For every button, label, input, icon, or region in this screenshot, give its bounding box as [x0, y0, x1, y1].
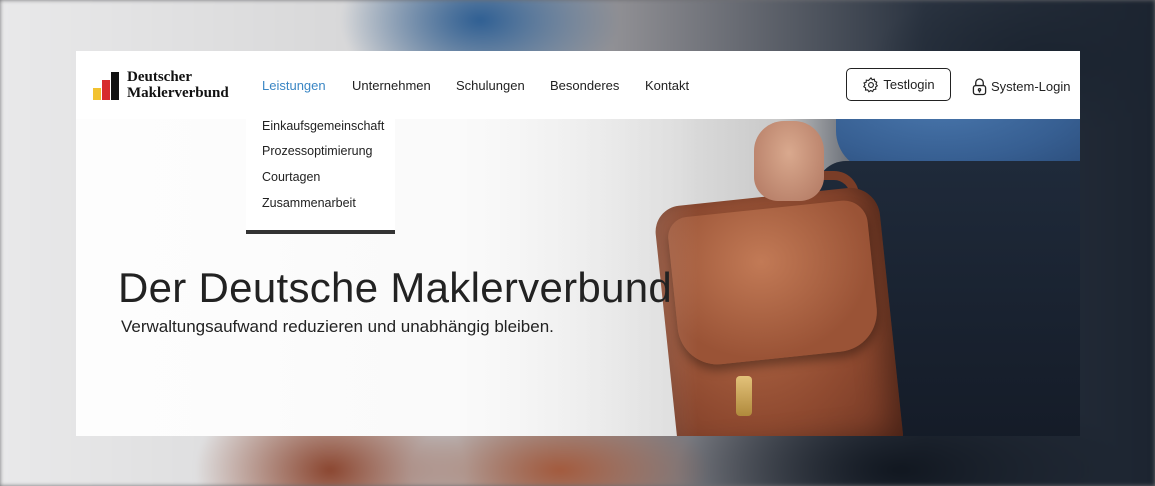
nav-item-leistungen[interactable]: Leistungen: [262, 78, 326, 93]
dropdown-item-courtagen[interactable]: Courtagen: [262, 170, 320, 184]
brand-logo[interactable]: Deutscher Maklerverbund: [93, 69, 243, 102]
nav-item-unternehmen[interactable]: Unternehmen: [352, 78, 431, 93]
logo-bar-black: [111, 72, 119, 100]
logo-line-2: Maklerverbund: [127, 85, 229, 101]
lock-icon: [972, 77, 987, 96]
logo-text: Deutscher Maklerverbund: [127, 69, 229, 101]
dropdown-item-einkaufsgemeinschaft[interactable]: Einkaufsgemeinschaft: [262, 119, 384, 133]
logo-bar-yellow: [93, 88, 101, 100]
system-login-link[interactable]: System-Login: [972, 76, 1070, 96]
system-login-label: System-Login: [991, 78, 1071, 94]
nav-item-kontakt[interactable]: Kontakt: [645, 78, 689, 93]
logo-bar-red: [102, 80, 110, 100]
hero-title: Der Deutsche Maklerverbund: [118, 264, 673, 311]
testlogin-button[interactable]: Testlogin: [846, 68, 951, 101]
hero-subtitle: Verwaltungsaufwand reduzieren und unabhä…: [121, 317, 554, 336]
gear-icon: [862, 76, 880, 94]
nav-item-besonderes[interactable]: Besonderes: [550, 78, 619, 93]
testlogin-label: Testlogin: [883, 77, 935, 92]
hero-card: Der Deutsche Maklerverbund Verwaltungsau…: [76, 51, 1080, 436]
dropdown-item-zusammenarbeit[interactable]: Zusammenarbeit: [262, 196, 356, 210]
logo-bars-icon: [93, 72, 121, 100]
logo-line-1: Deutscher: [127, 69, 192, 85]
navbar: Deutscher Maklerverbund Leistungen Unter…: [76, 51, 1080, 119]
leistungen-dropdown: Einkaufsgemeinschaft Prozessoptimierung …: [246, 119, 395, 234]
nav-item-schulungen[interactable]: Schulungen: [456, 78, 525, 93]
dropdown-item-prozessoptimierung[interactable]: Prozessoptimierung: [262, 144, 372, 158]
